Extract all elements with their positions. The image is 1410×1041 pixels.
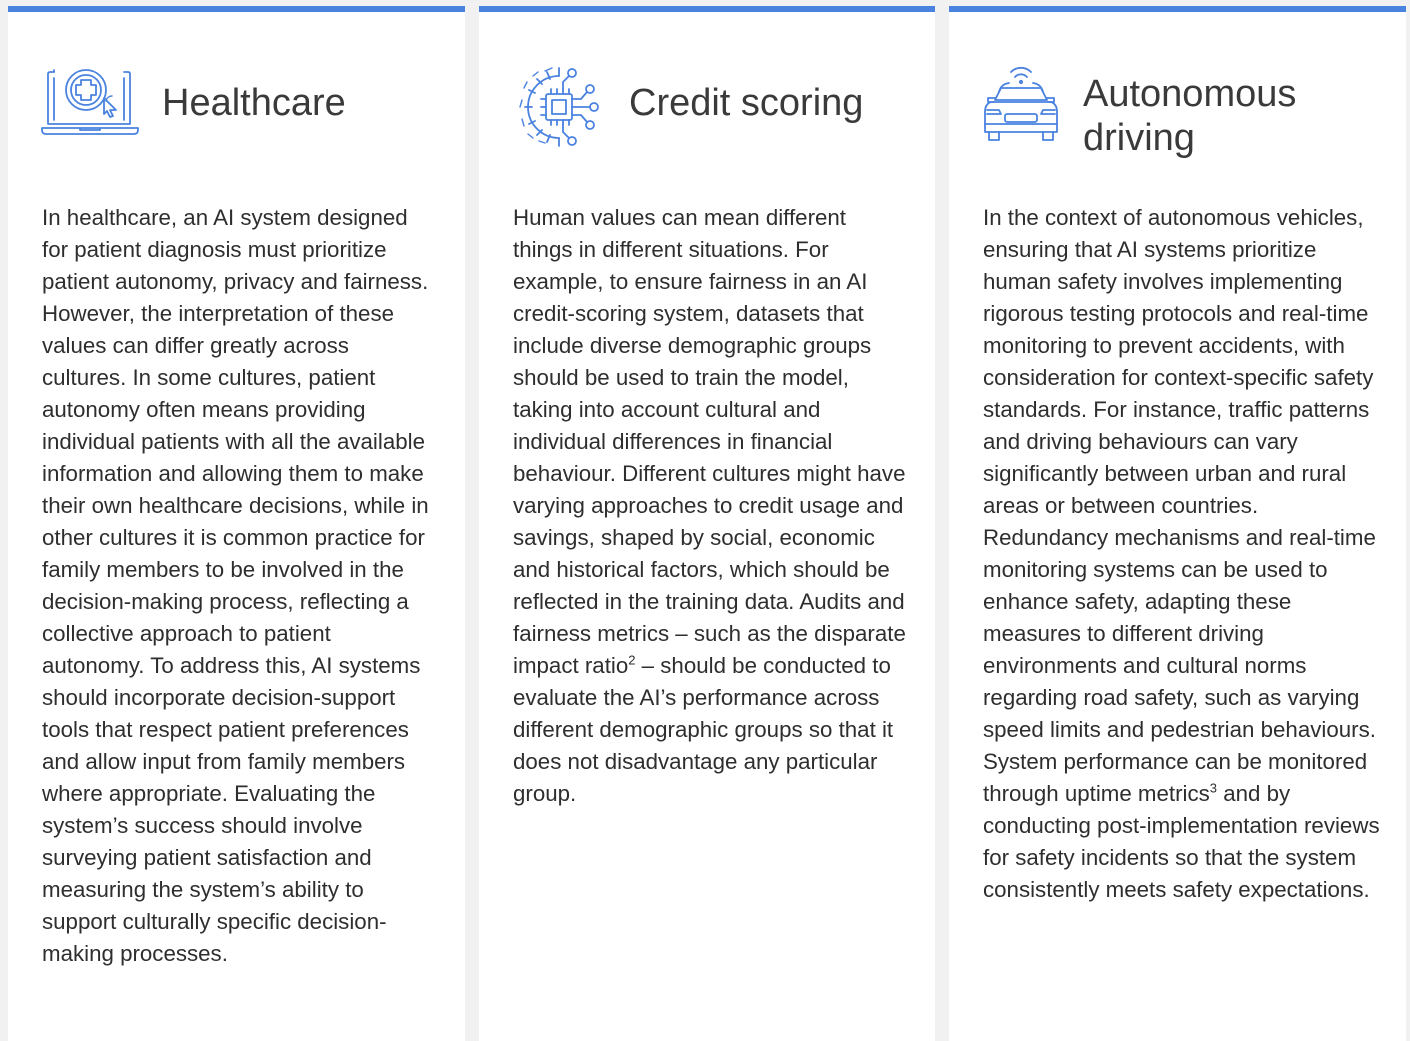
footnote-marker[interactable]: 3 xyxy=(1210,781,1217,796)
card-body: Human values can mean different things i… xyxy=(513,202,908,810)
autonomous-driving-card: Autonomous driving In the context of aut… xyxy=(949,6,1406,1041)
card-body-text: Human values can mean different things i… xyxy=(513,205,906,678)
chip-gear-icon xyxy=(515,62,605,152)
card-title: Credit scoring xyxy=(629,82,864,124)
card-title: Healthcare xyxy=(162,82,346,124)
card-body: In healthcare, an AI system designed for… xyxy=(42,205,429,966)
credit-scoring-card: Credit scoring Human values can mean dif… xyxy=(479,6,935,1041)
card-body-text: In the context of autonomous vehicles, e… xyxy=(983,205,1376,806)
healthcare-card: Healthcare In healthcare, an AI system d… xyxy=(8,6,465,1041)
card-body: In the context of autonomous vehicles, e… xyxy=(983,202,1383,906)
laptop-medical-icon xyxy=(40,60,140,150)
card-title: Autonomous driving xyxy=(1083,73,1297,159)
connected-car-icon xyxy=(977,58,1065,148)
